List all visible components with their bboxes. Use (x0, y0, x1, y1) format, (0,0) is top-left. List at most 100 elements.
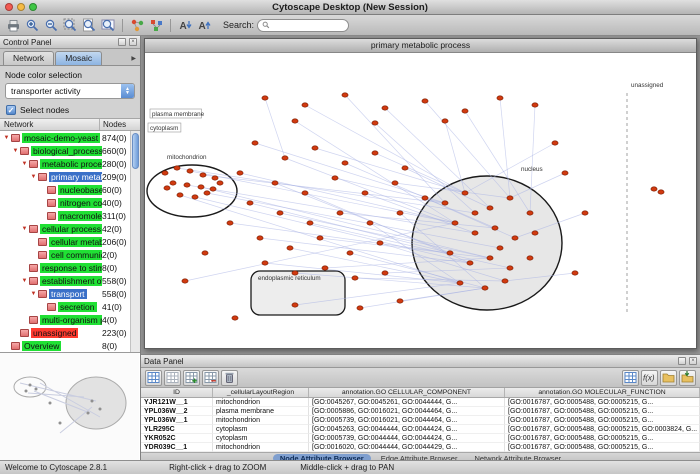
close-data-panel-icon[interactable]: × (689, 357, 697, 365)
status-pan-hint: Middle-click + drag to PAN (300, 463, 394, 472)
float-panel-icon[interactable] (118, 38, 126, 46)
annotation-down-icon[interactable]: A (176, 17, 194, 34)
tree-item-cell-communica[interactable]: cell communica...2(0) (0, 248, 130, 261)
search-input[interactable] (272, 21, 340, 30)
float-data-panel-icon[interactable] (678, 357, 686, 365)
select-nodes-checkbox[interactable]: ✓ (6, 105, 16, 115)
tree-item-label: unassigned (31, 328, 78, 338)
tree-item-mosaic-demo-yeast[interactable]: ▼mosaic-demo-yeast874(0) (0, 131, 130, 144)
window-titlebar[interactable]: Cytoscape Desktop (New Session) (0, 0, 700, 15)
tree-item-secretion[interactable]: secretion41(0) (0, 300, 130, 313)
select-attributes-icon[interactable] (145, 370, 162, 386)
table-cell: YKR052C (141, 434, 213, 443)
zoom-region-icon[interactable] (99, 17, 117, 34)
table-cell: mitochondrion (213, 443, 309, 452)
zoom-in-icon[interactable] (23, 17, 41, 34)
import-icon[interactable] (679, 370, 696, 386)
print-icon[interactable] (4, 17, 22, 34)
tree-item-unassigned[interactable]: unassigned223(0) (0, 326, 130, 339)
zoom-fit-icon[interactable] (80, 17, 98, 34)
select-nodes-label: Select nodes (20, 105, 69, 115)
tree-scrollbar-thumb[interactable] (132, 133, 139, 169)
tree-item-metabolic-process[interactable]: ▼metabolic process280(0) (0, 157, 130, 170)
tree-item-primary-metab[interactable]: ▼primary metab...209(0) (0, 170, 130, 183)
trash-icon[interactable] (221, 370, 238, 386)
table-row[interactable]: YPL036W__1mitochondrion[GO:0005739, GO:0… (141, 416, 700, 425)
tree-item-nitrogen-compo[interactable]: nitrogen compo...40(0) (0, 196, 130, 209)
search-icon (262, 21, 270, 29)
tree-item-label: multi-organism pro... (40, 315, 102, 325)
unselect-attributes-icon[interactable] (164, 370, 181, 386)
tree-item-cellular-metabo[interactable]: cellular metabo...206(0) (0, 235, 130, 248)
column-header-id[interactable]: ID (141, 388, 213, 397)
open-folder-icon[interactable] (660, 370, 677, 386)
data-panel-title: Data Panel (144, 357, 184, 366)
tree-header-nodes[interactable]: Nodes (100, 119, 140, 131)
column-header-annotation-go-cellular-component[interactable]: annotation.GO CELLULAR_COMPONENT (309, 388, 505, 397)
table-cell: [GO:0016787, GO:0005488, GO:0005215, G..… (505, 434, 700, 443)
svg-text:f(x): f(x) (643, 374, 655, 383)
column-header-cellularlayoutregion[interactable]: _cellularLayoutRegion (213, 388, 309, 397)
delete-attribute-icon[interactable] (202, 370, 219, 386)
tree-item-multi-organism-pro[interactable]: multi-organism pro...4(0) (0, 313, 130, 326)
network-overview-thumbnail[interactable] (0, 352, 140, 460)
table-row[interactable]: YPL036W__2plasma membrane[GO:0005886, GO… (141, 407, 700, 416)
network-overview-icon[interactable] (128, 17, 146, 34)
search-area: Search: (223, 19, 349, 32)
tree-item-macromolecule[interactable]: macromolecule...311(0) (0, 209, 130, 222)
svg-text:unassigned: unassigned (631, 82, 664, 89)
tree-item-nucleobase[interactable]: nucleobase...60(0) (0, 183, 130, 196)
tree-item-overview[interactable]: Overview8(0) (0, 339, 130, 352)
tree-expand-arrow-icon[interactable]: ▼ (29, 291, 38, 297)
close-panel-icon[interactable]: × (129, 38, 137, 46)
annotation-up-icon[interactable]: A (195, 17, 213, 34)
zoom-window-button[interactable] (29, 3, 37, 11)
tree-folder-icon (20, 147, 29, 155)
network-canvas[interactable]: plasma membranecytoplasmmitochondrionnuc… (145, 53, 696, 348)
network-view-title[interactable]: primary metabolic process (145, 39, 696, 53)
network-flag-icon[interactable] (147, 17, 165, 34)
new-attribute-icon[interactable] (183, 370, 200, 386)
search-field[interactable] (257, 19, 349, 32)
table-row[interactable]: YKR052Ccytoplasm[GO:0005739, GO:0044444,… (141, 434, 700, 443)
tree-item-cellular-process[interactable]: ▼cellular process42(0) (0, 222, 130, 235)
tree-item-count: 874(0) (102, 133, 130, 143)
tree-expand-arrow-icon[interactable]: ▼ (29, 174, 38, 180)
tree-item-establishment-of-lo[interactable]: ▼establishment of lo...558(0) (0, 274, 130, 287)
tab-overflow-arrow-icon[interactable]: ▶ (131, 55, 138, 65)
tree-item-biological-process[interactable]: ▼biological_process660(0) (0, 144, 130, 157)
node-color-dropdown[interactable]: transporter activity ▲▼ (5, 83, 135, 99)
tree-item-label: macromolecule... (58, 211, 102, 221)
table-cell: mitochondrion (213, 398, 309, 407)
table-row[interactable]: YDR039C__1mitochondrion[GO:0016020, GO:0… (141, 443, 700, 452)
tab-network[interactable]: Network (3, 51, 54, 65)
tree-column-headers: Network Nodes (0, 118, 140, 131)
table-row[interactable]: YLR295Ccytoplasm[GO:0045263, GO:0044444,… (141, 425, 700, 434)
tree-expand-arrow-icon[interactable]: ▼ (2, 135, 11, 141)
column-header-annotation-go-molecular-function[interactable]: annotation.GO MOLECULAR_FUNCTION (505, 388, 700, 397)
tree-item-response-to-stimu[interactable]: response to stimu...8(0) (0, 261, 130, 274)
tree-expand-arrow-icon[interactable]: ▼ (20, 161, 29, 167)
tree-item-transport[interactable]: ▼transport558(0) (0, 287, 130, 300)
grid-icon[interactable] (622, 370, 639, 386)
tree-folder-icon (47, 186, 56, 194)
mosaic-tree: ▼mosaic-demo-yeast874(0)▼biological_proc… (0, 131, 140, 352)
tree-folder-icon (38, 238, 47, 246)
tree-scrollbar[interactable] (130, 131, 140, 352)
function-icon[interactable]: f(x) (641, 370, 658, 386)
tree-item-count: 42(0) (102, 224, 130, 234)
minimize-window-button[interactable] (17, 3, 25, 11)
tree-expand-arrow-icon[interactable]: ▼ (11, 148, 20, 154)
tree-header-network[interactable]: Network (0, 119, 100, 130)
close-window-button[interactable] (5, 3, 13, 11)
svg-text:A: A (198, 21, 205, 32)
table-row[interactable]: YJR121W__1mitochondrion[GO:0045267, GO:0… (141, 398, 700, 407)
tree-expand-arrow-icon[interactable]: ▼ (20, 278, 29, 284)
tree-folder-icon (29, 316, 38, 324)
data-panel-toolbar: f(x) (141, 368, 700, 388)
zoom-selected-icon[interactable] (61, 17, 79, 34)
tab-mosaic[interactable]: Mosaic (55, 51, 102, 65)
tree-expand-arrow-icon[interactable]: ▼ (20, 226, 29, 232)
zoom-out-icon[interactable] (42, 17, 60, 34)
status-bar: Welcome to Cytoscape 2.8.1 Right-click +… (0, 460, 700, 474)
